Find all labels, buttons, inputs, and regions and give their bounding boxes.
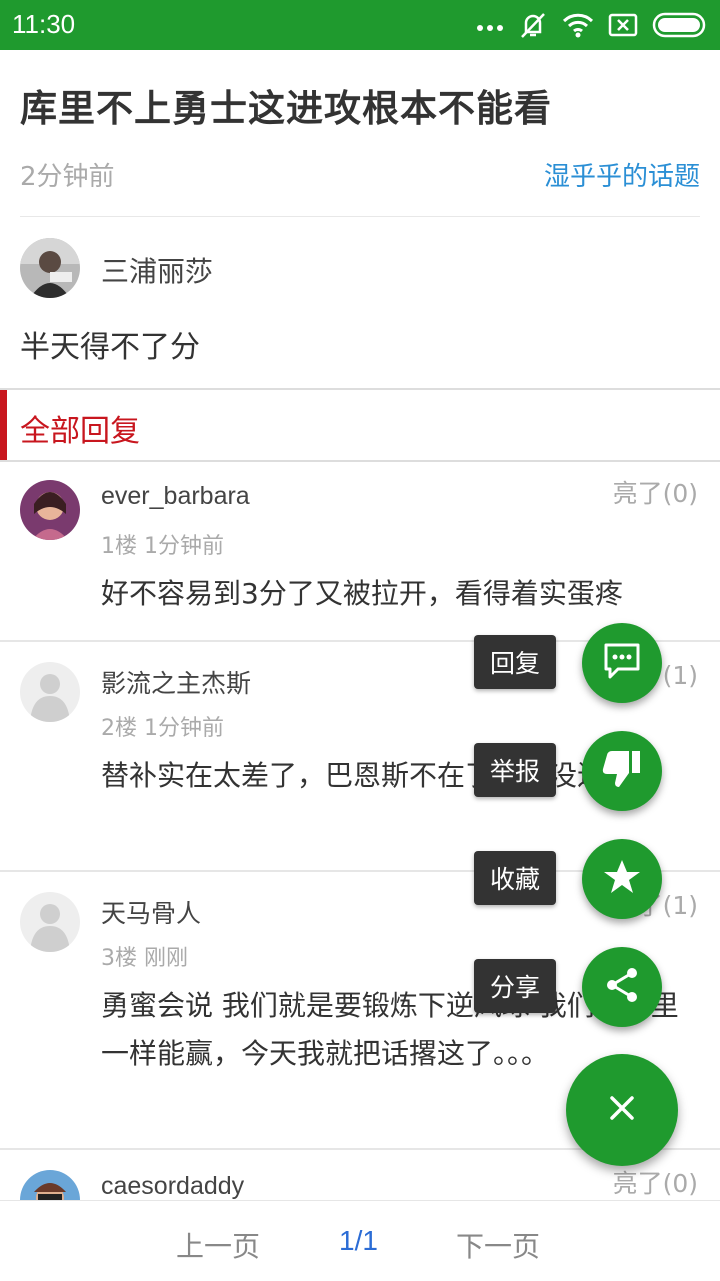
reply-item[interactable]: ever_barbara 1楼 1分钟前 亮了(0) 好不容易到3分了又被拉开，… [0,460,720,642]
fab-report-label[interactable]: 举报 [474,743,557,797]
section-accent-bar [0,390,7,460]
reply-avatar[interactable] [20,480,80,540]
reply-author[interactable]: 影流之主杰斯 [101,664,251,700]
fab-favorite-button[interactable] [582,839,662,919]
topic-link[interactable]: 湿乎乎的话题 [544,156,700,193]
prev-page-button[interactable]: 上一页 [176,1225,260,1265]
status-time: 11:30 [12,9,76,39]
like-button[interactable]: 亮了(0) [613,474,698,510]
fab-favorite-label[interactable]: 收藏 [474,851,557,905]
replies-header-label: 全部回复 [20,414,140,449]
fab-reply-button[interactable] [582,623,662,703]
wifi-icon [562,12,594,42]
post-content: 半天得不了分 [20,330,200,365]
fab-share-label[interactable]: 分享 [474,959,557,1013]
reply-avatar-default[interactable] [20,662,80,722]
page-indicator[interactable]: 1/1 [339,1225,378,1257]
comment-icon [602,641,642,685]
status-bar: 11:30 [0,0,720,50]
fab-close-button[interactable] [566,1054,678,1166]
pagination-bar: 上一页 1/1 下一页 [0,1200,720,1281]
star-icon [602,857,642,901]
mute-vibrate-icon [518,10,548,44]
post-time: 2分钟前 [20,162,115,192]
post-title: 库里不上勇士这进攻根本不能看 [20,87,552,130]
reply-meta: 1楼 1分钟前 [101,534,224,559]
close-icon [607,1093,637,1127]
reply-author[interactable]: ever_barbara [101,482,250,511]
thumbs-down-icon [600,747,644,795]
reply-author[interactable]: 天马骨人 [101,894,201,930]
author-avatar[interactable] [20,238,80,298]
more-dots-icon [476,18,504,37]
next-page-button[interactable]: 下一页 [456,1225,540,1265]
like-button[interactable]: 亮了(0) [613,1164,698,1200]
reply-text: 好不容易到3分了又被拉开，看得着实蛋疼 [101,577,623,610]
share-icon [602,965,642,1009]
fab-reply-label[interactable]: 回复 [474,635,557,689]
reply-meta: 3楼 刚刚 [101,946,188,971]
reply-author[interactable]: caesordaddy [101,1172,244,1200]
status-icons [476,10,708,44]
no-sim-icon [608,13,638,41]
divider [20,216,700,217]
reply-meta: 2楼 1分钟前 [101,716,224,741]
fab-share-button[interactable] [582,947,662,1027]
reply-avatar[interactable] [20,1170,80,1200]
replies-section-header: 全部回复 [0,388,720,462]
reply-avatar-default[interactable] [20,892,80,952]
fab-report-button[interactable] [582,731,662,811]
battery-icon [652,12,708,42]
author-name[interactable]: 三浦丽莎 [101,250,213,290]
